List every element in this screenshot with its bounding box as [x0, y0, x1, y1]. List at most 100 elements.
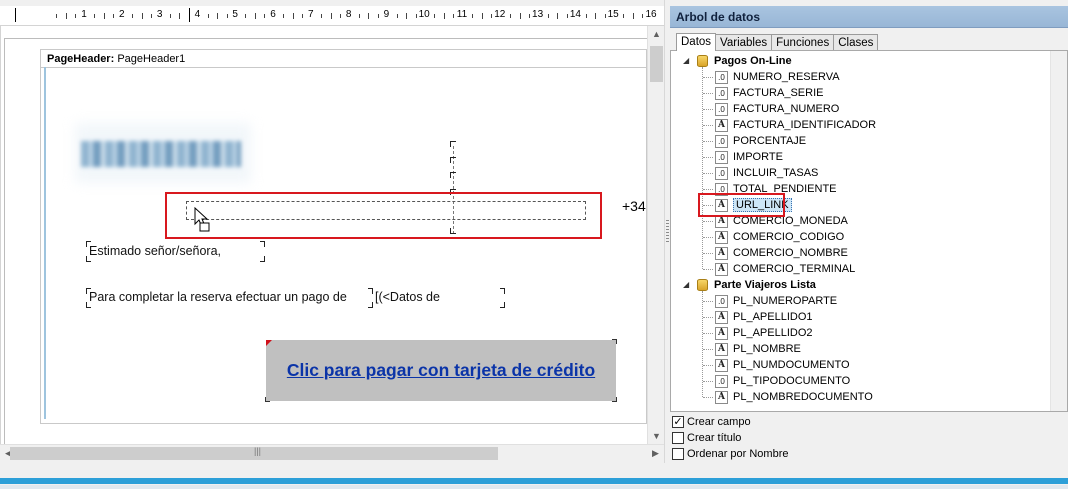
ruler-tick: [377, 14, 379, 18]
option-label: Crear campo: [687, 416, 751, 428]
ruler-tick: [528, 14, 530, 18]
scroll-up-arrow-icon[interactable]: ▲: [648, 26, 665, 43]
tree-field-pl-numeroparte[interactable]: .0 PL_NUMEROPARTE: [715, 293, 837, 309]
band-header-name: PageHeader1: [117, 53, 186, 65]
tree-field-label: PL_NUMEROPARTE: [733, 295, 838, 307]
tab-datos[interactable]: Datos: [676, 33, 717, 51]
ruler-tick: [207, 14, 209, 18]
text-field-icon: A: [715, 326, 728, 340]
ruler-tick: [632, 13, 634, 19]
checkbox[interactable]: [672, 448, 684, 460]
collapse-arrow-icon[interactable]: ◢: [683, 56, 689, 65]
option-label: Crear título: [687, 432, 742, 444]
tree-group-1[interactable]: Parte Viajeros Lista: [697, 277, 816, 293]
instruction-text[interactable]: Para completar la reserva efectuar un pa…: [89, 290, 347, 304]
pay-with-card-link-button[interactable]: Clic para pagar con tarjeta de crédito: [265, 339, 617, 402]
status-separator: [0, 485, 1068, 489]
tree-connector: [703, 157, 713, 158]
tree-field-factura-numero[interactable]: .0 FACTURA_NUMERO: [715, 101, 839, 117]
ruler-number: 12: [494, 9, 506, 20]
numeric-field-icon: .0: [715, 294, 728, 308]
tree-connector: [703, 397, 713, 398]
option-crear-campo[interactable]: ✓ Crear campo: [670, 414, 789, 430]
tree-field-porcentaje[interactable]: .0 PORCENTAJE: [715, 133, 806, 149]
ruler-number: 10: [418, 9, 430, 20]
field-corner-marker: [450, 172, 456, 178]
option-crear-título[interactable]: Crear título: [670, 430, 789, 446]
canvas-vertical-scrollbar[interactable]: ▲ ▼: [647, 26, 664, 445]
ruler-number: 6: [270, 9, 276, 20]
scroll-right-arrow-icon[interactable]: ▶: [647, 445, 664, 462]
tab-funciones[interactable]: Funciones: [771, 34, 835, 51]
field-bracket: [500, 302, 505, 308]
tree-field-label: NUMERO_RESERVA: [733, 71, 840, 83]
corner-handle: [612, 397, 617, 402]
tab-variables[interactable]: Variables: [715, 34, 773, 51]
canvas-horizontal-scrollbar[interactable]: ◀ ||| ▶: [0, 444, 664, 461]
tree-field-pl-tipodocumento[interactable]: .0 PL_TIPODOCUMENTO: [715, 373, 850, 389]
ruler-tick: [302, 14, 304, 18]
tree-connector: [703, 349, 713, 350]
logo-blur-text: [81, 141, 241, 167]
band-margin-line: [44, 67, 46, 419]
ruler-tick: [56, 14, 58, 18]
ruler-number: 14: [569, 9, 581, 20]
tree-connector: [703, 365, 713, 366]
ruler-tick: [453, 14, 455, 18]
tree-field-factura-serie[interactable]: .0 FACTURA_SERIE: [715, 85, 823, 101]
option-ordenar-por-nombre[interactable]: Ordenar por Nombre: [670, 446, 789, 462]
tree-field-comercio-nombre[interactable]: A COMERCIO_NOMBRE: [715, 245, 848, 261]
collapse-arrow-icon[interactable]: ◢: [683, 280, 689, 289]
ruler-tick: [113, 14, 115, 18]
data-field-expression[interactable]: [(<Datos de: [375, 290, 440, 304]
ruler-tick: [519, 13, 521, 19]
company-logo-image[interactable]: [75, 119, 253, 185]
text-field-icon: A: [715, 358, 728, 372]
checkbox[interactable]: ✓: [672, 416, 684, 428]
ruler-tick: [226, 14, 228, 18]
ruler-tick: [547, 14, 549, 18]
tree-field-pl-apellido1[interactable]: A PL_APELLIDO1: [715, 309, 813, 325]
checkbox[interactable]: [672, 432, 684, 444]
text-field-icon: A: [715, 230, 728, 244]
tree-connector: [703, 317, 713, 318]
tree-connector: [703, 253, 713, 254]
tree-field-comercio-codigo[interactable]: A COMERCIO_CODIGO: [715, 229, 844, 245]
ruler-tick: [595, 13, 597, 19]
band-header: PageHeader: PageHeader1: [41, 50, 646, 68]
tree-connector: [703, 237, 713, 238]
report-designer-window: 1 2 3 4 5 6 7 8 9 10 11 12 13 14 15 16 PageHeader: Page…: [0, 0, 1068, 489]
tree-field-importe[interactable]: .0 IMPORTE: [715, 149, 783, 165]
panel-tabs: Datos Variables Funciones Clases: [676, 33, 879, 51]
text-field-icon: A: [715, 342, 728, 356]
tree-group-0[interactable]: Pagos On-Line: [697, 53, 792, 69]
ruler-indent-marker[interactable]: [189, 8, 190, 22]
ruler-tick: [141, 13, 143, 19]
tree-field-label: PL_APELLIDO1: [733, 311, 813, 323]
tree-field-numero-reserva[interactable]: .0 NUMERO_RESERVA: [715, 69, 840, 85]
tree-field-comercio-terminal[interactable]: A COMERCIO_TERMINAL: [715, 261, 855, 277]
status-strip: [0, 463, 1068, 489]
ruler-tick: [217, 13, 219, 19]
scroll-down-arrow-icon[interactable]: ▼: [648, 428, 665, 445]
tree-field-factura-identificador[interactable]: A FACTURA_IDENTIFICADOR: [715, 117, 876, 133]
ruler-margin-marker[interactable]: [15, 8, 16, 22]
tree-field-pl-nombredocumento[interactable]: A PL_NOMBREDOCUMENTO: [715, 389, 873, 405]
ruler-tick: [472, 14, 474, 18]
ruler-tick: [321, 14, 323, 18]
numeric-field-icon: .0: [715, 166, 728, 180]
tree-vertical-scrollbar[interactable]: [1050, 51, 1067, 411]
numeric-field-icon: .0: [715, 374, 728, 388]
tree-field-incluir-tasas[interactable]: .0 INCLUIR_TASAS: [715, 165, 818, 181]
ruler-number: 9: [383, 9, 390, 20]
tree-field-pl-nombre[interactable]: A PL_NOMBRE: [715, 341, 801, 357]
data-tree[interactable]: ◢ Pagos On-Line .0 NUMERO_RESERVA .0 FACTURA_…: [670, 50, 1068, 412]
tree-field-label: FACTURA_NUMERO: [733, 103, 840, 115]
data-tree-panel: Arbol de datos Datos Variables Funciones Cl…: [670, 6, 1068, 463]
tree-field-pl-apellido2[interactable]: A PL_APELLIDO2: [715, 325, 813, 341]
greeting-text[interactable]: Estimado señor/señora,: [89, 244, 221, 258]
horizontal-ruler: 1 2 3 4 5 6 7 8 9 10 11 12 13 14 15 16: [0, 6, 664, 26]
scroll-thumb[interactable]: [650, 46, 663, 82]
tab-clases[interactable]: Clases: [833, 34, 879, 51]
tree-field-pl-numdocumento[interactable]: A PL_NUMDOCUMENTO: [715, 357, 850, 373]
